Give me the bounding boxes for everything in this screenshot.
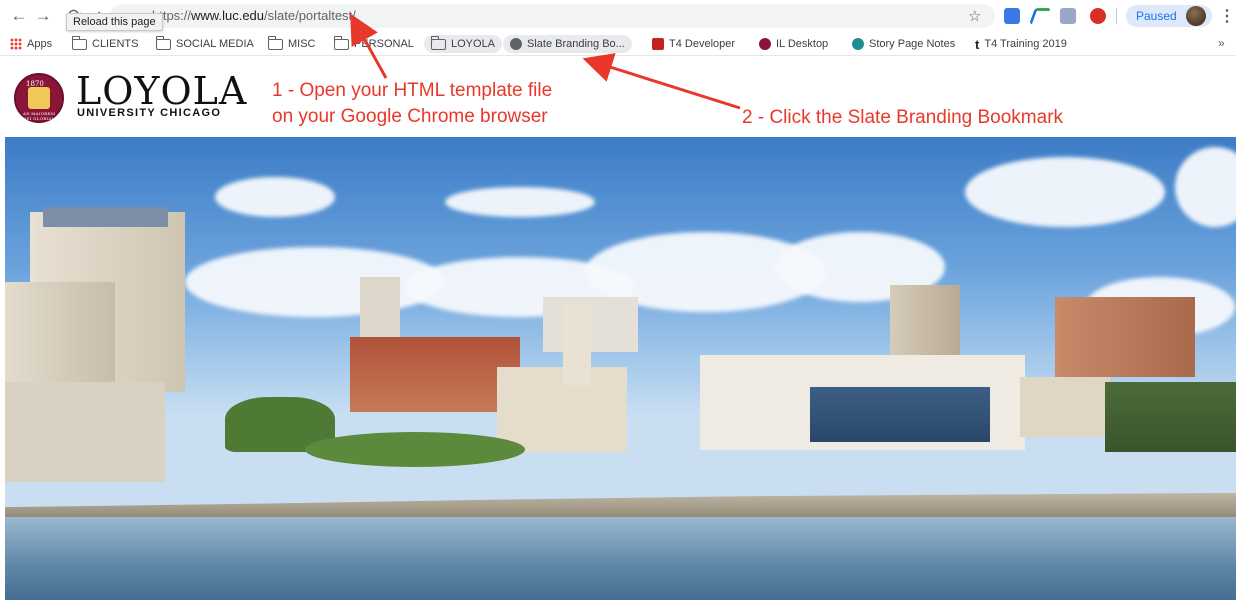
seal-motto: AD MAIOREM DEI GLORIAM (23, 111, 56, 121)
bookmark-label: T4 Developer (669, 38, 736, 50)
profile-status-label: Paused (1136, 9, 1177, 23)
folder-icon (71, 35, 87, 50)
avatar[interactable] (1186, 6, 1206, 26)
reload-tooltip: Reload this page (66, 13, 163, 31)
back-arrow-icon[interactable]: ← (8, 5, 30, 27)
bookmark-label: Apps (27, 38, 53, 50)
cloud (1175, 147, 1236, 227)
bookmark-slate-branding[interactable]: Slate Branding Bo... (503, 35, 632, 53)
bookmark-label: SOCIAL MEDIA (176, 38, 254, 50)
notes-icon (852, 38, 864, 50)
folder-icon (155, 35, 171, 50)
il-icon (759, 38, 771, 50)
folder-icon (267, 35, 283, 50)
extension-icon[interactable] (1060, 8, 1076, 24)
bookmark-t4-training[interactable]: t T4 Training 2019 (975, 35, 1067, 53)
bookmark-label: Story Page Notes (869, 38, 956, 50)
t-icon: t (975, 36, 980, 52)
bookmark-t4-developer[interactable]: T4 Developer (652, 35, 735, 53)
bookmark-label: LOYOLA (451, 38, 496, 50)
cloud (215, 177, 335, 217)
tree-line (1105, 382, 1236, 452)
url-path: /slate/portaltest/ (264, 8, 356, 23)
annotation-step1-line1: 1 - Open your HTML template file (272, 80, 553, 101)
loyola-sub-wordmark: UNIVERSITY CHICAGO (77, 107, 222, 119)
forward-arrow-icon[interactable]: → (32, 5, 54, 27)
bookmarks-bar: Apps CLIENTS SOCIAL MEDIA MISC PERSONAL … (0, 32, 1236, 56)
bookmark-label: Slate Branding Bo... (527, 38, 625, 50)
folder-icon (430, 35, 446, 50)
globe-icon (510, 38, 522, 50)
bookmark-label: PERSONAL (354, 38, 414, 50)
bookmark-star-icon[interactable]: ☆ (968, 7, 981, 25)
url-host: www.luc.edu (191, 8, 265, 23)
bookmark-folder-social-media[interactable]: SOCIAL MEDIA (155, 35, 254, 53)
loyola-wordmark: LOYOLA (76, 69, 248, 113)
bookmark-label: CLIENTS (92, 38, 139, 50)
bookmark-il-desktop[interactable]: IL Desktop (759, 35, 828, 53)
cloud (965, 157, 1165, 227)
extension-icon[interactable] (1090, 8, 1106, 24)
bookmark-label: MISC (288, 38, 316, 50)
seal-crest (28, 87, 50, 109)
highrise (890, 285, 960, 360)
tower-roof (43, 207, 168, 227)
menu-icon[interactable]: ⋮ (1219, 6, 1235, 26)
address-url[interactable]: https://www.luc.edu/slate/portaltest/ (152, 8, 356, 23)
lower-left-building (5, 382, 165, 482)
extension-icon[interactable] (1004, 8, 1020, 24)
bookmark-apps[interactable]: Apps (10, 35, 52, 53)
chapel-building (497, 367, 627, 452)
annotation-step2: 2 - Click the Slate Branding Bookmark (742, 107, 1064, 128)
browser-toolbar: ← → ⟳ ⌂ https://www.luc.edu/slate/portal… (0, 0, 1236, 32)
lake-water (5, 517, 1236, 600)
bookmark-story-page-notes[interactable]: Story Page Notes (852, 35, 955, 53)
chapel-tower (563, 305, 591, 385)
brick-highrise (1055, 297, 1195, 377)
quad-lawn (305, 432, 525, 467)
bookmark-folder-loyola[interactable]: LOYOLA (424, 35, 503, 53)
campus-hero-image (5, 137, 1236, 600)
cloud (445, 187, 595, 217)
small-building (1020, 377, 1110, 437)
red-brick-building (350, 337, 520, 412)
library-glass-facade (810, 387, 990, 442)
extension-icon[interactable] (1029, 8, 1051, 24)
bookmark-label: T4 Training 2019 (984, 38, 1067, 50)
t4-icon (652, 38, 664, 50)
annotation-step1-line2: on your Google Chrome browser (272, 106, 548, 127)
university-seal-logo: 1870 AD MAIOREM DEI GLORIAM (14, 73, 64, 123)
bookmark-folder-clients[interactable]: CLIENTS (71, 35, 139, 53)
folder-icon (333, 35, 349, 50)
apps-icon (10, 38, 22, 50)
bookmark-label: IL Desktop (776, 38, 829, 50)
more-bookmarks-icon[interactable]: » (1218, 36, 1225, 50)
toolbar-divider (1116, 8, 1117, 24)
bookmark-folder-misc[interactable]: MISC (267, 35, 316, 53)
bookmark-folder-personal[interactable]: PERSONAL (333, 35, 414, 53)
